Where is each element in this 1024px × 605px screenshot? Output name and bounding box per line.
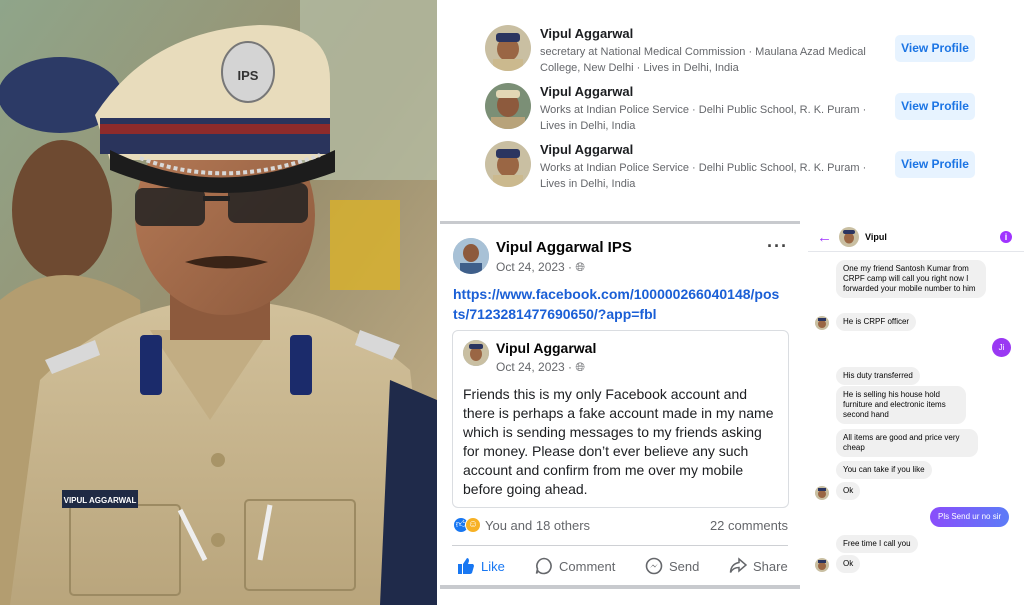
post-bottom-border: [440, 585, 800, 589]
result-name[interactable]: Vipul Aggarwal: [540, 142, 633, 157]
view-profile-button[interactable]: View Profile: [895, 151, 975, 178]
send-label: Send: [669, 558, 700, 574]
post-author-avatar[interactable]: [453, 238, 489, 274]
share-icon: [729, 557, 747, 573]
result-item[interactable]: Vipul Aggarwal Works at Indian Police Se…: [485, 141, 985, 193]
avatar[interactable]: [485, 141, 531, 187]
comment-icon: [535, 557, 552, 575]
info-icon[interactable]: i: [1000, 231, 1012, 243]
incoming-message: Ok: [836, 482, 861, 500]
view-profile-button[interactable]: View Profile: [895, 35, 975, 62]
officer-photo-illustration: IPS VIPUL AGGARWAL: [0, 0, 437, 605]
profile-search-results: Vipul Aggarwal secretary at National Med…: [437, 0, 1024, 215]
like-button[interactable]: Like: [457, 553, 505, 579]
result-description: Works at Indian Police Service · Delhi P…: [540, 104, 867, 132]
like-label: Like: [481, 558, 505, 574]
avatar[interactable]: [485, 83, 531, 129]
more-options-icon[interactable]: ···: [767, 236, 788, 257]
sender-avatar: [815, 558, 829, 572]
post-date[interactable]: Oct 24, 2023 · 🌐︎: [496, 260, 585, 275]
share-button[interactable]: Share: [729, 553, 788, 579]
send-button[interactable]: Send: [645, 553, 699, 579]
shared-post[interactable]: Vipul Aggarwal Oct 24, 2023 · 🌐︎ Friends…: [452, 330, 789, 508]
post-author-name[interactable]: Vipul Aggarwal IPS: [496, 239, 632, 256]
incoming-message: One my friend Santosh Kumar from CRPF ca…: [836, 260, 986, 298]
incoming-message: He is CRPF officer: [836, 313, 917, 331]
outgoing-message: Ji: [992, 338, 1011, 357]
shared-author-avatar[interactable]: [463, 340, 489, 366]
comment-label: Comment: [559, 558, 616, 574]
incoming-message: He is selling his house hold furniture a…: [836, 386, 966, 424]
divider: [452, 545, 788, 546]
incoming-message: His duty transferred: [836, 367, 920, 385]
shared-post-body: Friends this is my only Facebook account…: [463, 386, 774, 497]
shared-post-date[interactable]: Oct 24, 2023 · 🌐︎: [496, 360, 585, 375]
post-date-text: Oct 24, 2023 ·: [496, 260, 573, 274]
incoming-message: Ok: [836, 555, 861, 573]
avatar[interactable]: [485, 25, 531, 71]
care-reaction-icon: ☺: [465, 517, 481, 533]
incoming-message: Free time I call you: [836, 535, 918, 553]
post-actions: Like Comment Send Share: [440, 553, 800, 581]
incoming-message: All items are good and price very cheap: [836, 429, 978, 457]
result-name[interactable]: Vipul Aggarwal: [540, 84, 633, 99]
officer-photo: IPS VIPUL AGGARWAL: [0, 0, 437, 605]
share-label: Share: [753, 558, 788, 574]
back-arrow-icon[interactable]: ←: [817, 229, 832, 246]
comments-count[interactable]: 22 comments: [710, 518, 788, 533]
thumbs-up-icon: [458, 558, 474, 574]
view-profile-button[interactable]: View Profile: [895, 93, 975, 120]
messenger-icon: [645, 557, 663, 575]
chat-contact-name[interactable]: Vipul: [865, 232, 887, 242]
name-tag-text: VIPUL AGGARWAL: [64, 496, 137, 505]
post-link[interactable]: https://www.facebook.com/100000266040148…: [453, 284, 783, 324]
result-name[interactable]: Vipul Aggarwal: [540, 26, 633, 41]
incoming-message: You can take if you like: [836, 461, 932, 479]
globe-icon: 🌐︎: [575, 260, 585, 274]
result-description: secretary at National Medical Commission…: [540, 46, 866, 74]
outgoing-message: Pls Send ur no sir: [930, 507, 1010, 527]
shared-date-text: Oct 24, 2023 ·: [496, 360, 573, 374]
result-description: Works at Indian Police Service · Delhi P…: [540, 162, 867, 190]
sender-avatar: [815, 486, 829, 500]
result-item[interactable]: Vipul Aggarwal Works at Indian Police Se…: [485, 83, 985, 135]
sender-avatar: [815, 316, 829, 330]
chat-contact-avatar[interactable]: [839, 227, 859, 247]
reactions-text: You and 18 others: [485, 518, 591, 533]
chat-header: ← Vipul i: [808, 224, 1024, 252]
shared-author-name[interactable]: Vipul Aggarwal: [496, 340, 596, 356]
globe-icon: 🌐︎: [575, 360, 585, 374]
cap-badge-text: IPS: [238, 68, 259, 83]
comment-button[interactable]: Comment: [535, 553, 615, 579]
facebook-post: Vipul Aggarwal IPS Oct 24, 2023 · 🌐︎ ···…: [440, 221, 800, 585]
messenger-chat: ← Vipul i One my friend Santosh Kumar fr…: [808, 224, 1024, 584]
result-item[interactable]: Vipul Aggarwal secretary at National Med…: [485, 25, 985, 77]
